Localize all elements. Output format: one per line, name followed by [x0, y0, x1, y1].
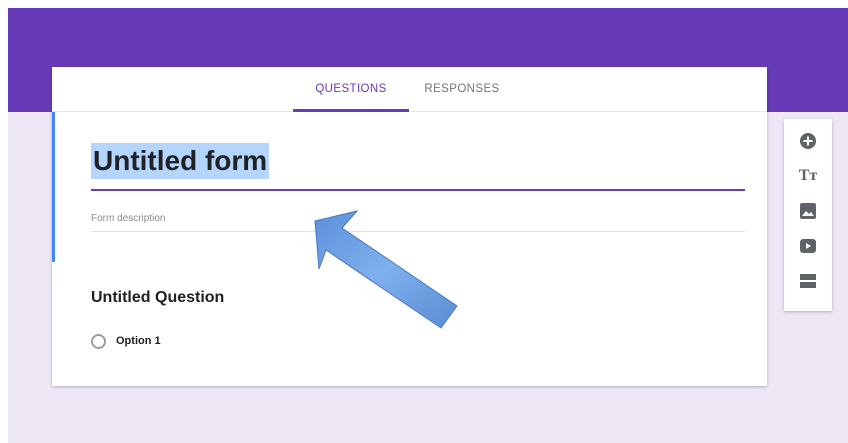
pointer-arrow-annotation	[314, 210, 458, 329]
